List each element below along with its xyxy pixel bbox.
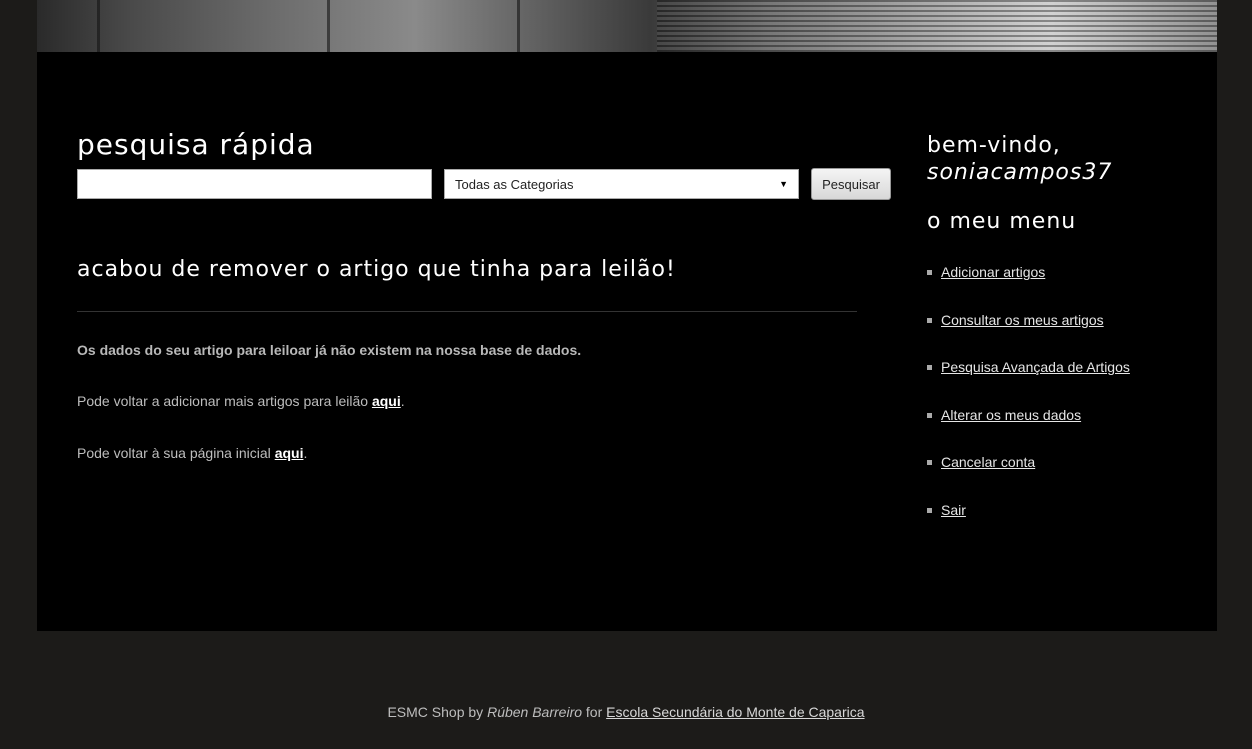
footer-school-link[interactable]: Escola Secundária do Monte de Caparica xyxy=(606,704,864,720)
username: soniacampos37 xyxy=(927,160,1113,185)
add-more-text: Pode voltar a adicionar mais artigos par… xyxy=(77,393,372,409)
add-more-message: Pode voltar a adicionar mais artigos par… xyxy=(77,393,405,409)
menu-item-cancel-account: Cancelar conta xyxy=(927,454,1130,502)
bullet-icon xyxy=(927,317,932,323)
info-message: Os dados do seu artigo para leiloar já n… xyxy=(77,342,582,358)
footer-middle: for xyxy=(582,704,607,720)
bullet-icon xyxy=(927,412,932,418)
menu-item-add-articles: Adicionar artigos xyxy=(927,264,1130,312)
menu-link-cancel-account[interactable]: Cancelar conta xyxy=(941,454,1035,470)
home-text: Pode voltar à sua página inicial xyxy=(77,445,275,461)
menu-link-advanced-search[interactable]: Pesquisa Avançada de Artigos xyxy=(941,359,1130,375)
search-button[interactable]: Pesquisar xyxy=(811,168,891,200)
bullet-icon xyxy=(927,365,932,371)
menu-title: o meu menu xyxy=(927,209,1077,234)
main-content: pesquisa rápida Todas as Categorias ▼ Pe… xyxy=(37,52,1217,631)
bullet-icon xyxy=(927,507,932,513)
menu-item-advanced-search: Pesquisa Avançada de Artigos xyxy=(927,359,1130,407)
home-end: . xyxy=(303,445,308,461)
menu-link-add-articles[interactable]: Adicionar artigos xyxy=(941,264,1045,280)
user-menu: Adicionar artigos Consultar os meus arti… xyxy=(927,264,1130,550)
footer-prefix: ESMC Shop by xyxy=(387,704,488,720)
search-title: pesquisa rápida xyxy=(77,128,315,161)
welcome-text: bem-vindo, xyxy=(927,133,1061,158)
footer-author: Rúben Barreiro xyxy=(487,704,583,720)
banner-detail xyxy=(517,0,520,52)
banner-detail xyxy=(97,0,100,52)
menu-link-logout[interactable]: Sair xyxy=(941,502,966,518)
category-select[interactable]: Todas as Categorias ▼ xyxy=(444,169,799,199)
add-more-end: . xyxy=(400,393,405,409)
menu-link-my-articles[interactable]: Consultar os meus artigos xyxy=(941,312,1104,328)
footer: ESMC Shop by Rúben Barreiro for Escola S… xyxy=(0,704,1252,720)
menu-item-logout: Sair xyxy=(927,502,1130,550)
bullet-icon xyxy=(927,460,932,466)
bullet-icon xyxy=(927,270,932,275)
page-title: acabou de remover o artigo que tinha par… xyxy=(77,257,676,282)
category-select-value: Todas as Categorias xyxy=(455,176,574,192)
divider xyxy=(77,311,857,312)
chevron-down-icon: ▼ xyxy=(779,179,788,189)
menu-item-edit-profile: Alterar os meus dados xyxy=(927,407,1130,455)
header-banner-image xyxy=(37,0,1217,52)
home-link[interactable]: aqui xyxy=(275,445,304,461)
menu-item-my-articles: Consultar os meus artigos xyxy=(927,312,1130,360)
home-message: Pode voltar à sua página inicial aqui. xyxy=(77,445,307,461)
menu-link-edit-profile[interactable]: Alterar os meus dados xyxy=(941,407,1081,423)
welcome-heading: bem-vindo, soniacampos37 xyxy=(927,132,1112,186)
banner-building-facade xyxy=(657,0,1217,52)
add-more-link[interactable]: aqui xyxy=(372,393,401,409)
banner-detail xyxy=(327,0,330,52)
search-input[interactable] xyxy=(77,169,432,199)
